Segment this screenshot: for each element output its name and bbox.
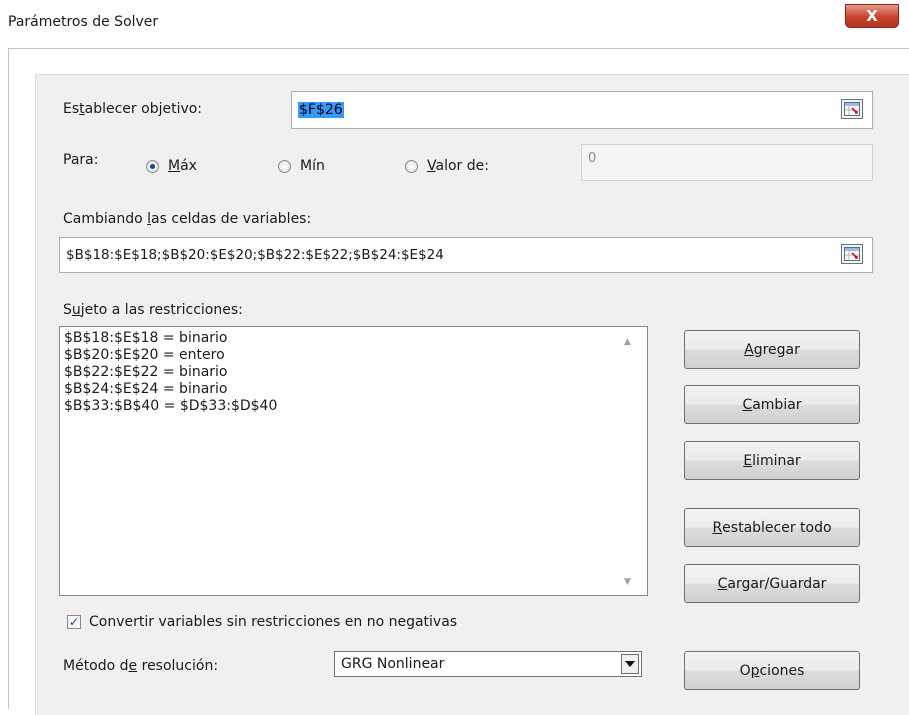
variables-label: Cambiando las celdas de variables: <box>63 211 312 227</box>
options-button[interactable]: Op ciones <box>684 651 860 690</box>
load-save-button[interactable]: Cargar/Guardar <box>684 564 860 603</box>
checkmark-icon: ✓ <box>68 615 80 629</box>
radio-value-of[interactable]: Valor de: <box>405 158 489 174</box>
list-item[interactable]: $B$20:$E$20 = entero <box>64 347 277 364</box>
nonneg-label: Convertir variables sin restricciones en… <box>89 614 458 630</box>
close-button[interactable]: X <box>845 4 899 28</box>
list-item[interactable]: $B$18:$E$18 = binario <box>64 330 277 347</box>
window-title: Parámetros de Solver <box>8 14 159 30</box>
variables-ref-button[interactable] <box>841 244 863 264</box>
radio-value-of-indicator <box>405 159 418 173</box>
method-value: GRG Nonlinear <box>341 656 445 672</box>
scroll-down-icon[interactable]: ▼ <box>624 577 631 587</box>
radio-max[interactable]: Máx <box>146 158 197 174</box>
delete-button[interactable]: Eliminar <box>684 441 860 480</box>
radio-min[interactable]: Mín <box>278 158 325 174</box>
to-label: Para: <box>63 152 99 168</box>
method-select[interactable]: GRG Nonlinear <box>334 651 642 677</box>
objective-value: $F$26 <box>298 102 344 118</box>
add-button[interactable]: Agregar <box>684 330 860 369</box>
radio-value-of-label: Valor de: <box>427 158 489 174</box>
nonneg-checkbox[interactable]: ✓ <box>67 615 81 629</box>
scroll-up-icon[interactable]: ▲ <box>624 337 631 347</box>
value-of-input[interactable]: 0 <box>581 144 873 181</box>
objective-ref-button[interactable] <box>841 99 863 119</box>
change-button[interactable]: Cambiar <box>684 385 860 424</box>
constraints-list[interactable]: $B$18:$E$18 = binario $B$20:$E$20 = ente… <box>59 326 648 596</box>
range-select-icon <box>844 247 860 261</box>
variables-input[interactable]: $B$18:$E$18;$B$20:$E$20;$B$22:$E$22;$B$2… <box>59 237 873 273</box>
nonneg-checkbox-row[interactable]: ✓ Convertir variables sin restricciones … <box>67 614 457 630</box>
chevron-down-icon[interactable] <box>621 654 639 674</box>
list-item[interactable]: $B$22:$E$22 = binario <box>64 364 277 381</box>
radio-min-label: Mín <box>300 158 325 174</box>
constraints-label: Sujeto a las restricciones: <box>63 302 243 318</box>
list-item[interactable]: $B$24:$E$24 = binario <box>64 381 277 398</box>
method-label: Método de resolución: <box>63 658 219 674</box>
objective-label: Establecer objetivo: <box>63 101 203 117</box>
close-icon: X <box>866 7 878 25</box>
radio-max-indicator <box>146 159 159 173</box>
radio-min-indicator <box>278 159 291 173</box>
list-item[interactable]: $B$33:$B$40 = $D$33:$D$40 <box>64 398 277 415</box>
radio-max-label: Máx <box>168 158 197 174</box>
objective-input[interactable]: $F$26 <box>291 91 873 129</box>
range-select-icon <box>844 102 860 116</box>
reset-all-button[interactable]: Restablecer todo <box>684 508 860 547</box>
